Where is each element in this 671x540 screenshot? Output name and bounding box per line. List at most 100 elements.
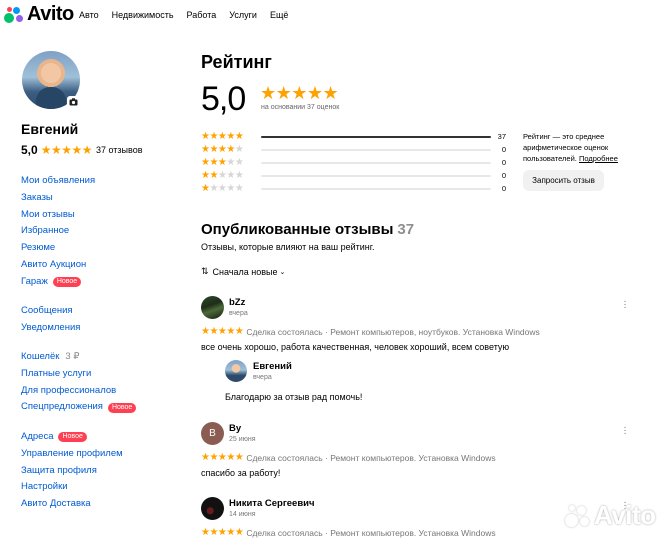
sidebar-item-label: Мои отзывы xyxy=(21,208,75,220)
distribution-row: ★★★★★ 0 xyxy=(201,169,506,182)
chevron-down-icon: ⌄ xyxy=(279,268,286,276)
sidebar-item-label: Гараж xyxy=(21,275,48,287)
sidebar-item-garage[interactable]: Гараж Новое xyxy=(21,274,95,291)
distribution-count: 0 xyxy=(501,158,506,167)
reply-text: Благодарю за отзыв рад помочь! xyxy=(225,392,363,402)
nav-item-more[interactable]: Ещё xyxy=(270,10,288,20)
logo-text: Avito xyxy=(27,3,74,25)
nav-item-auto[interactable]: Авто xyxy=(79,10,99,20)
sidebar-item-notifications[interactable]: Уведомления xyxy=(21,320,80,337)
sidebar-item-label: Заказы xyxy=(21,191,53,203)
rating-score: 5,0 xyxy=(201,80,246,118)
sidebar-item-label: Спецпредложения xyxy=(21,401,103,413)
sidebar-item-profile-management[interactable]: Управление профилем xyxy=(21,446,123,463)
review-stars-icon: ★★★★★ xyxy=(201,527,244,538)
review-text: спасибо за работу! xyxy=(201,468,281,478)
sidebar-item-label: Управление профилем xyxy=(21,447,123,459)
camera-icon[interactable] xyxy=(67,96,80,108)
sort-icon: ⇅ xyxy=(201,266,209,276)
reviewer-name[interactable]: By xyxy=(229,423,241,434)
sidebar-item-paid-services[interactable]: Платные услуги xyxy=(21,366,136,383)
sort-dropdown[interactable]: ⇅ Сначала новые ⌄ xyxy=(201,266,285,277)
distribution-row: ★★★★★ 37 xyxy=(201,130,506,143)
sidebar-item-label: Избранное xyxy=(21,225,70,237)
sidebar-item-resume[interactable]: Резюме xyxy=(21,240,95,257)
sidebar-item-messages[interactable]: Сообщения xyxy=(21,303,80,320)
sidebar-item-auction[interactable]: Авито Аукцион xyxy=(21,257,95,274)
stars-1-icon: ★★★★★ xyxy=(201,183,244,194)
reply-author: Евгений xyxy=(253,361,292,372)
new-badge: Новое xyxy=(58,432,87,443)
distribution-count: 0 xyxy=(501,145,506,154)
reviewer-avatar[interactable]: B xyxy=(201,422,224,445)
distribution-bar xyxy=(261,187,491,190)
more-options-icon[interactable]: · · · xyxy=(623,297,627,313)
review-meta: ★★★★★ Сделка состоялась · Ремонт компьют… xyxy=(201,452,496,463)
distribution-row: ★★★★★ 0 xyxy=(201,156,506,169)
sidebar-item-addresses[interactable]: Адреса Новое xyxy=(21,429,123,446)
sidebar-item-label: Для профессионалов xyxy=(21,384,117,396)
reviewer-avatar[interactable] xyxy=(201,296,224,319)
sidebar-item-label: Мои объявления xyxy=(21,175,96,186)
rating-more-link[interactable]: Подробнее xyxy=(579,154,618,163)
sidebar-item-favorites[interactable]: Избранное xyxy=(21,223,95,240)
profile-rating: 5,0 ★★★★★ 37 отзывов xyxy=(21,143,143,157)
distribution-row: ★★★★★ 0 xyxy=(201,182,506,195)
main-nav: Авто Недвижимость Работа Услуги Ещё xyxy=(79,10,301,20)
new-badge: Новое xyxy=(107,402,137,413)
sidebar-item-my-ads[interactable]: Мои объявления xyxy=(21,173,95,190)
sidebar-item-for-pros[interactable]: Для профессионалов xyxy=(21,383,136,400)
rating-title: Рейтинг xyxy=(201,52,272,72)
sidebar-item-label: Платные услуги xyxy=(21,367,92,379)
wallet-balance: 3 ₽ xyxy=(65,351,80,362)
sidebar-item-my-reviews[interactable]: Мои отзывы xyxy=(21,207,95,224)
reviewer-avatar[interactable] xyxy=(201,497,224,520)
nav-item-services[interactable]: Услуги xyxy=(229,10,257,20)
profile-reviews-count[interactable]: 37 отзывов xyxy=(96,145,143,155)
reviewer-name[interactable]: bZz xyxy=(229,297,245,308)
review-meta: ★★★★★ Сделка состоялась · Ремонт компьют… xyxy=(201,527,496,538)
published-reviews-count: 37 xyxy=(397,221,415,238)
review-meta: ★★★★★ Сделка состоялась · Ремонт компьют… xyxy=(201,326,540,337)
sidebar-item-settings[interactable]: Настройки xyxy=(21,479,123,496)
distribution-bar xyxy=(261,135,491,138)
rating-based-on: на основании 37 оценок xyxy=(261,104,340,111)
sidebar-item-delivery[interactable]: Авито Доставка xyxy=(21,496,123,513)
watermark-logo-icon xyxy=(565,504,591,528)
nav-item-realty[interactable]: Недвижимость xyxy=(112,10,174,20)
stars-5-icon: ★★★★★ xyxy=(201,131,244,142)
stars-3-icon: ★★★★★ xyxy=(201,157,244,168)
avito-logo[interactable]: Avito xyxy=(4,3,74,26)
sidebar-item-profile-security[interactable]: Защита профиля xyxy=(21,463,123,480)
sidebar-item-label: Авито Аукцион xyxy=(21,258,87,270)
distribution-count: 0 xyxy=(501,184,506,193)
review-stars-icon: ★★★★★ xyxy=(201,452,244,463)
nav-item-jobs[interactable]: Работа xyxy=(187,10,217,20)
sidebar-item-label: Уведомления xyxy=(21,321,81,333)
sidebar-item-label: Сообщения xyxy=(21,305,73,316)
distribution-bar xyxy=(261,161,491,164)
distribution-count: 0 xyxy=(501,171,506,180)
sidebar-item-label: Адреса xyxy=(21,431,54,442)
profile-name: Евгений xyxy=(21,121,79,137)
profile-rating-score: 5,0 xyxy=(21,143,38,157)
request-review-button[interactable]: Запросить отзыв xyxy=(523,170,604,191)
sidebar-item-label: Резюме xyxy=(21,242,56,254)
rating-stars-icon: ★★★★★ xyxy=(260,83,339,103)
sidebar-item-special-offers[interactable]: Спецпредложения Новое xyxy=(21,399,137,416)
sidebar-item-orders[interactable]: Заказы xyxy=(21,190,95,207)
sort-label: Сначала новые xyxy=(212,266,278,277)
published-reviews-subtitle: Отзывы, которые влияют на ваш рейтинг. xyxy=(201,242,375,252)
watermark-text: Avito xyxy=(594,500,656,530)
sidebar-group-ads: Мои объявления Заказы Мои отзывы Избранн… xyxy=(21,173,95,291)
review-date: 25 июня xyxy=(229,436,256,443)
avatar-letter: B xyxy=(209,428,216,439)
rating-stars-icon: ★★★★★ xyxy=(40,143,93,157)
logo-dots-icon xyxy=(4,6,24,24)
review-stars-icon: ★★★★★ xyxy=(201,326,244,337)
avito-watermark: Avito xyxy=(565,500,656,531)
more-options-icon[interactable]: · · · xyxy=(623,423,627,439)
sidebar-item-wallet[interactable]: Кошелёк 3 ₽ xyxy=(21,349,136,366)
reviewer-name[interactable]: Никита Сергеевич xyxy=(229,498,315,509)
distribution-bar-fill xyxy=(261,135,491,138)
